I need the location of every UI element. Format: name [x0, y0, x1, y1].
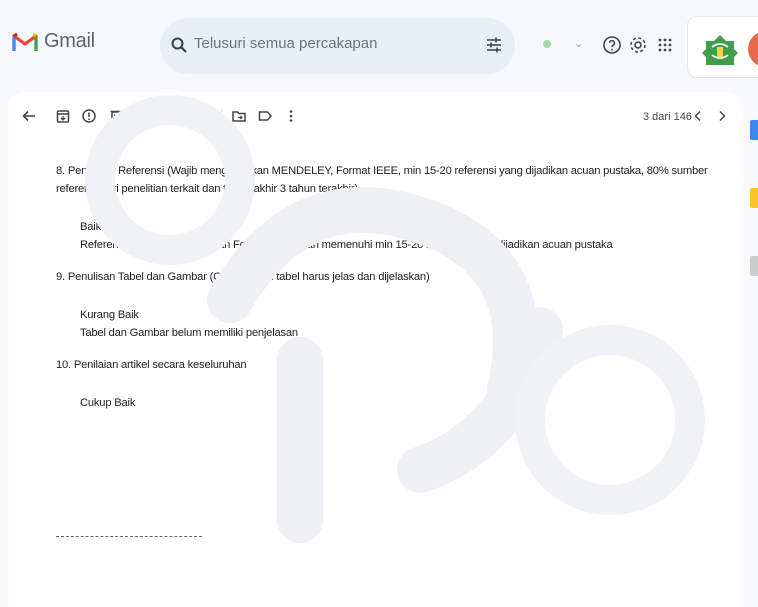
prev-icon[interactable]: [689, 107, 707, 125]
help-icon[interactable]: [602, 35, 622, 55]
review-item-8-rating: Baik: [80, 221, 101, 233]
add-task-icon[interactable]: [194, 107, 212, 125]
review-item-9-comment: Tabel dan Gambar belum memiliki penjelas…: [80, 327, 298, 339]
search-icon[interactable]: [170, 36, 188, 54]
move-to-icon[interactable]: [230, 107, 248, 125]
next-icon[interactable]: [713, 107, 731, 125]
archive-icon[interactable]: [54, 107, 72, 125]
snooze-icon[interactable]: [168, 107, 186, 125]
report-spam-icon[interactable]: [80, 107, 98, 125]
gmail-logo-icon: [12, 32, 38, 51]
back-icon[interactable]: [20, 107, 38, 125]
label-icon[interactable]: [256, 107, 274, 125]
review-item-10-question: 10. Penilaian artikel secara keseluruhan: [56, 359, 247, 371]
apps-grid-icon[interactable]: [655, 35, 675, 55]
settings-icon[interactable]: [628, 35, 648, 55]
signature-divider: [56, 536, 202, 537]
tune-icon[interactable]: [484, 35, 504, 55]
toolbar-divider: [221, 109, 222, 123]
side-panel-tasks[interactable]: [750, 256, 758, 276]
search-bar[interactable]: Telusuri semua percakapan: [160, 18, 515, 74]
review-item-10-rating: Cukup Baik: [80, 397, 136, 409]
organization-logo-icon: [702, 35, 738, 65]
mark-unread-icon[interactable]: [142, 107, 160, 125]
gmail-logo[interactable]: Gmail: [12, 30, 95, 53]
delete-icon[interactable]: [107, 107, 125, 125]
message-panel: 3 dari 146 8. Penulisan Referensi (Wajib…: [8, 92, 743, 607]
review-item-8-question: 8. Penulisan Referensi (Wajib menggunaka…: [56, 165, 708, 195]
more-icon[interactable]: [282, 107, 300, 125]
review-item-9-rating: Kurang Baik: [80, 309, 139, 321]
search-input[interactable]: Telusuri semua percakapan: [194, 35, 377, 52]
app-name: Gmail: [44, 30, 95, 52]
avatar[interactable]: [748, 31, 758, 67]
pagination-count: 3 dari 146: [643, 111, 692, 123]
toolbar-divider: [133, 109, 134, 123]
side-panel-calendar[interactable]: [750, 120, 758, 140]
review-item-9-question: 9. Penulisan Tabel dan Gambar (Gambar da…: [56, 271, 430, 283]
status-indicator[interactable]: [543, 40, 551, 48]
side-panel-keep[interactable]: [750, 188, 758, 208]
message-toolbar: 3 dari 146: [8, 92, 743, 140]
chevron-down-icon[interactable]: ⌄: [574, 37, 583, 50]
review-item-8-comment: Referensi sudah menggunakan Format IEEE,…: [80, 239, 613, 251]
account-card[interactable]: [687, 16, 758, 78]
top-bar: Gmail Telusuri semua percakapan ⌄: [0, 0, 758, 92]
message-body: 8. Penulisan Referensi (Wajib menggunaka…: [56, 162, 736, 412]
